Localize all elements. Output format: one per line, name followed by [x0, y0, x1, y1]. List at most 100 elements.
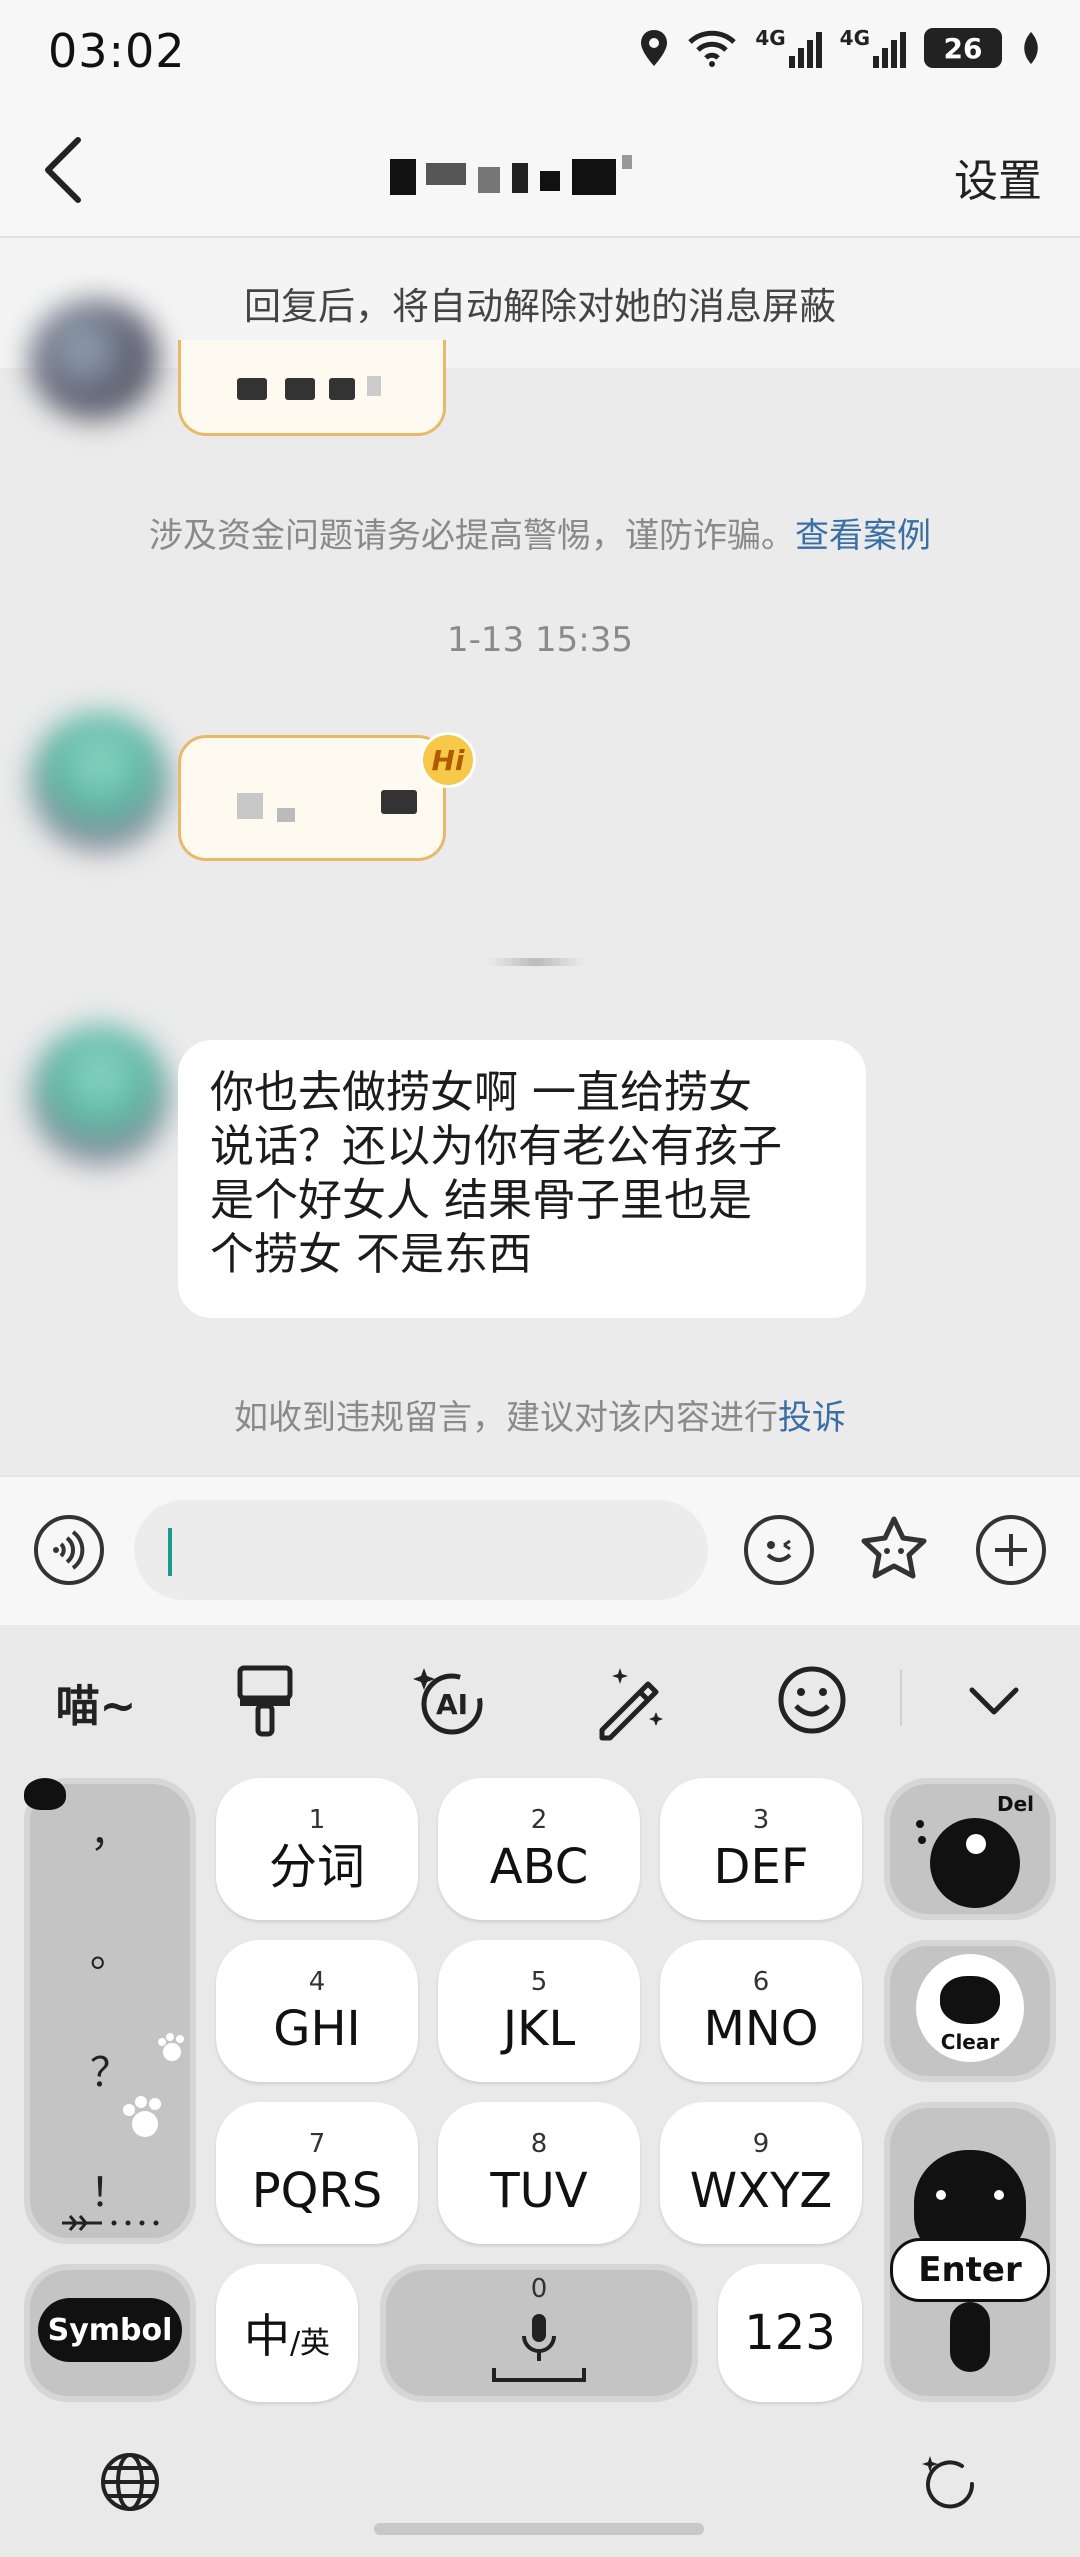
fraud-warning-text: 涉及资金问题请务必提高警惕，谨防诈骗。	[149, 516, 795, 556]
view-cases-link[interactable]: 查看案例	[795, 516, 931, 556]
key-num: 7	[308, 2129, 326, 2159]
magic-pen-icon[interactable]	[590, 1662, 670, 1742]
key-label: JKL	[502, 2001, 576, 2057]
delete-label: Del	[996, 1792, 1034, 1816]
message-bubble[interactable]: 你也去做捞女啊 一直给捞女 说话？还以为你有老公有孩子 是个好女人 结果骨子里也…	[178, 1040, 866, 1318]
wifi-icon	[688, 30, 737, 67]
cat-tail-icon	[950, 2302, 990, 2372]
key-label: 分词	[268, 1839, 365, 1895]
emoji-icon[interactable]	[744, 1515, 814, 1585]
avatar[interactable]	[30, 712, 170, 852]
enter-key[interactable]: Enter	[884, 2102, 1056, 2402]
hi-badge: Hi	[420, 732, 476, 788]
smiley-icon[interactable]	[776, 1664, 848, 1736]
message-input[interactable]	[134, 1500, 708, 1600]
symbol-label: Symbol	[47, 2312, 173, 2348]
toolbar-divider	[900, 1670, 902, 1726]
message-line: 个捞女 不是东西	[210, 1229, 532, 1280]
meow-button[interactable]: 喵~	[36, 1652, 156, 1752]
battery-icon: 26	[924, 28, 1002, 68]
clear-key[interactable]: Clear	[884, 1940, 1056, 2082]
key-3[interactable]: 3 DEF	[660, 1778, 862, 1920]
home-indicator[interactable]	[374, 2523, 704, 2535]
key-num: 2	[530, 1805, 548, 1835]
key-num: 8	[530, 2129, 548, 2159]
symbol-pill: Symbol	[38, 2298, 182, 2362]
key-label: WXYZ	[689, 2163, 833, 2219]
symbol-key[interactable]: Symbol	[24, 2264, 196, 2402]
sticker-icon[interactable]	[856, 1513, 932, 1589]
fishbone-icon	[62, 2215, 159, 2231]
key-2[interactable]: 2 ABC	[438, 1778, 640, 1920]
separator-redacted	[488, 958, 584, 966]
signal-icon: 4G	[840, 28, 906, 68]
fraud-warning: 涉及资金问题请务必提高警惕，谨防诈骗。查看案例	[0, 508, 1080, 557]
message-bubble-redacted[interactable]	[178, 735, 446, 861]
lang-sub: /英	[289, 2326, 331, 2361]
network-type-1: 4G	[755, 26, 786, 50]
globe-icon[interactable]	[98, 2450, 162, 2514]
svg-text:AI: AI	[436, 1688, 468, 1721]
back-icon[interactable]	[36, 130, 96, 210]
microphone-icon	[522, 2314, 556, 2361]
punct-comma[interactable]: ，	[18, 1800, 202, 1858]
voice-icon[interactable]	[34, 1515, 104, 1585]
leaf-icon	[1024, 32, 1038, 64]
key-1[interactable]: 1 分词	[216, 1778, 418, 1920]
avatar[interactable]	[30, 300, 160, 420]
report-link[interactable]: 投诉	[778, 1398, 846, 1438]
paw-icon	[123, 2096, 161, 2137]
paw-icon	[158, 2033, 184, 2061]
key-num: 5	[530, 1967, 548, 1997]
space-bar-line	[492, 2378, 586, 2382]
space-num: 0	[530, 2274, 548, 2304]
key-num: 1	[308, 1805, 326, 1835]
chat-title-redacted	[390, 155, 690, 199]
collapse-icon[interactable]	[966, 1680, 1022, 1720]
punct-period[interactable]: 。	[18, 1920, 202, 1978]
message-bubble-redacted[interactable]	[178, 340, 446, 436]
delete-key[interactable]: Del	[884, 1778, 1056, 1920]
key-num: 6	[752, 1967, 770, 1997]
key-5[interactable]: 5 JKL	[438, 1940, 640, 2082]
message-line: 说话？还以为你有老公有孩子	[210, 1121, 782, 1172]
ai-icon[interactable]: AI	[410, 1662, 490, 1742]
message-line: 是个好女人 结果骨子里也是	[210, 1175, 752, 1226]
language-key[interactable]: 中/英	[216, 2264, 358, 2402]
key-6[interactable]: 6 MNO	[660, 1940, 862, 2082]
key-label: TUV	[490, 2163, 588, 2219]
key-4[interactable]: 4 GHI	[216, 1940, 418, 2082]
numeric-key[interactable]: 123	[718, 2264, 862, 2402]
enter-label-pill: Enter	[890, 2238, 1050, 2302]
key-num: 4	[308, 1967, 326, 1997]
key-label: ABC	[489, 1839, 589, 1895]
avatar[interactable]	[30, 1025, 170, 1165]
text-caret	[168, 1528, 172, 1576]
message-line: 你也去做捞女啊 一直给捞女	[210, 1067, 752, 1118]
signal-icon: 4G	[755, 26, 822, 68]
clear-label: Clear	[940, 2030, 1000, 2054]
space-key[interactable]: 0	[380, 2264, 698, 2402]
settings-button[interactable]: 设置	[954, 145, 1042, 209]
key-num: 9	[752, 2129, 770, 2159]
key-7[interactable]: 7 PQRS	[216, 2102, 418, 2244]
battery-level: 26	[943, 31, 983, 65]
unblock-notice: 回复后，将自动解除对她的消息屏蔽	[0, 238, 1080, 368]
refresh-icon[interactable]	[916, 2450, 984, 2518]
status-time: 03:02	[48, 24, 186, 78]
report-hint: 如收到违规留言，建议对该内容进行投诉	[0, 1390, 1080, 1439]
cat-paw-icon	[930, 1818, 1020, 1908]
notice-text: 回复后，将自动解除对她的消息屏蔽	[244, 285, 836, 328]
report-hint-text: 如收到违规留言，建议对该内容进行	[234, 1398, 778, 1438]
key-8[interactable]: 8 TUV	[438, 2102, 640, 2244]
paint-brush-icon[interactable]	[230, 1662, 300, 1742]
key-label: PQRS	[251, 2163, 383, 2219]
numeric-label: 123	[744, 2305, 836, 2361]
cat-face-icon	[940, 1976, 1000, 2024]
key-num: 3	[752, 1805, 770, 1835]
key-9[interactable]: 9 WXYZ	[660, 2102, 862, 2244]
punct-exclaim[interactable]: ！	[18, 2160, 202, 2218]
plus-icon[interactable]	[976, 1515, 1046, 1585]
status-icons: 4G 4G 26	[639, 28, 1042, 68]
timestamp: 1-13 15:35	[447, 620, 633, 660]
